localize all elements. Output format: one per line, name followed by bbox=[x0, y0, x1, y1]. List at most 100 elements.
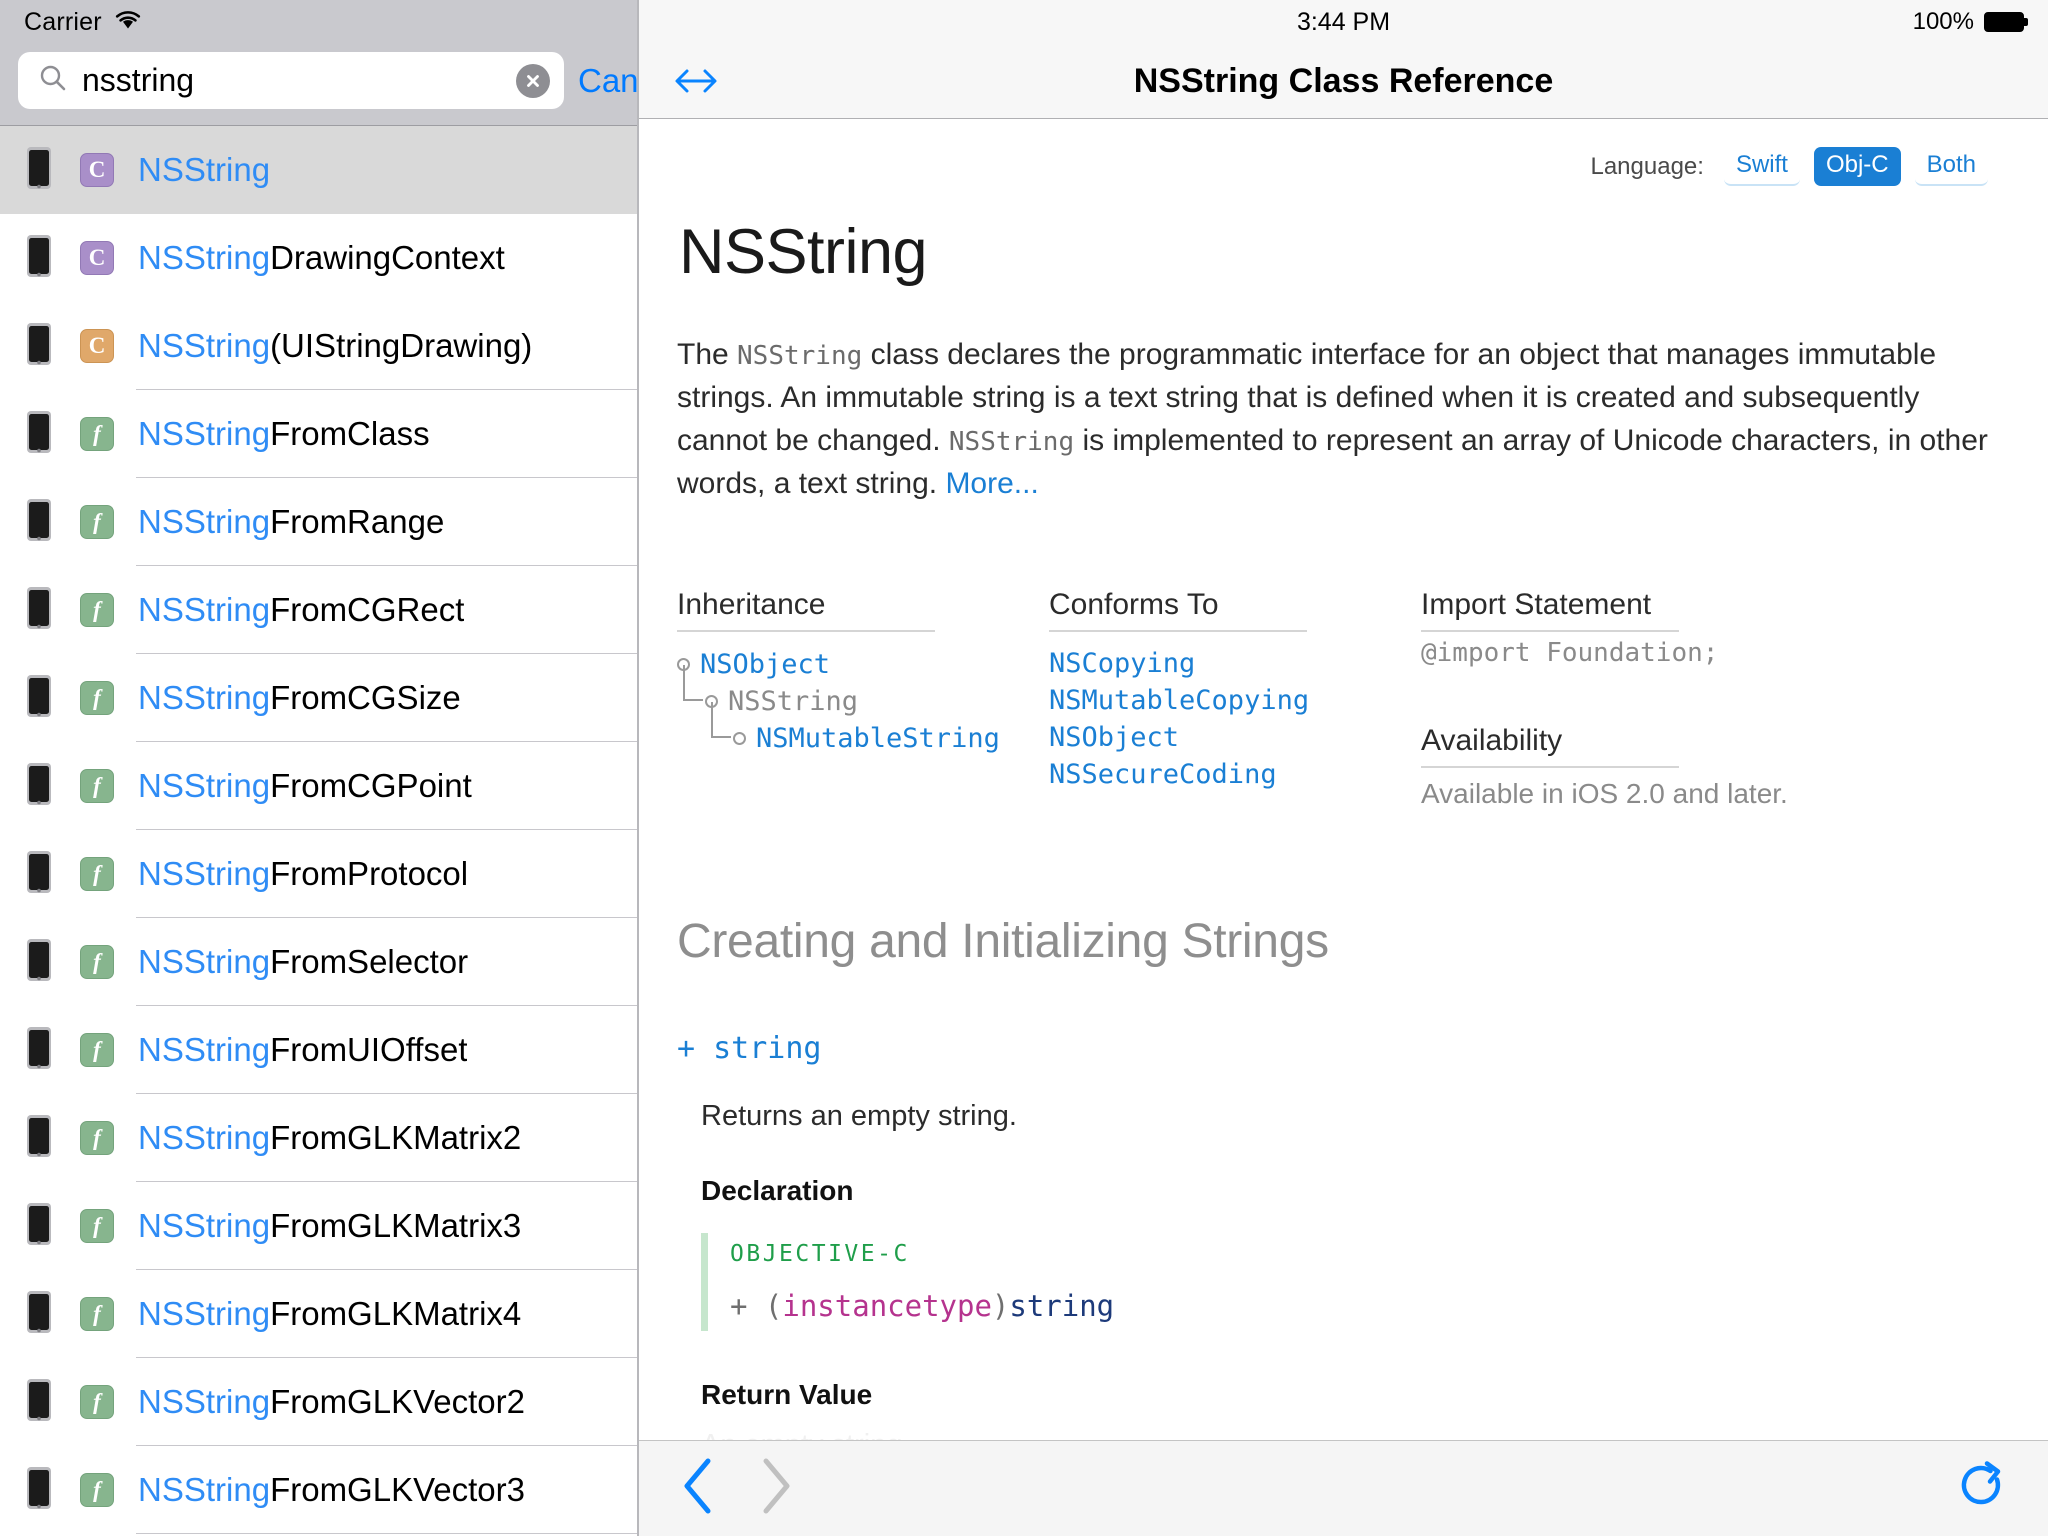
type-badge-func: f bbox=[80, 769, 114, 803]
declaration-code-block: OBJECTIVE-C + (instancetype)string bbox=[701, 1233, 2010, 1331]
row-separator bbox=[136, 1533, 637, 1534]
search-result-row[interactable]: CNSString(UIStringDrawing) bbox=[0, 302, 637, 390]
carrier-label: Carrier bbox=[24, 8, 102, 37]
language-option-both[interactable]: Both bbox=[1915, 147, 1988, 186]
device-iphone-icon bbox=[24, 322, 54, 371]
search-result-row[interactable]: f NSStringFromUIOffset bbox=[0, 1006, 637, 1094]
class-description: The NSString class declares the programm… bbox=[677, 334, 2007, 506]
device-iphone-icon bbox=[24, 850, 54, 899]
desc-code-1: NSString bbox=[737, 341, 862, 371]
search-result-row[interactable]: f NSStringFromGLKMatrix4 bbox=[0, 1270, 637, 1358]
device-iphone-icon bbox=[24, 1378, 54, 1427]
device-iphone-icon bbox=[24, 410, 54, 459]
search-result-label: NSStringFromGLKMatrix4 bbox=[138, 1295, 521, 1333]
detail-panel: 3:44 PM 100% NSString Class Reference La… bbox=[639, 0, 2048, 1536]
search-field[interactable] bbox=[18, 52, 564, 109]
search-result-label: NSStringFromCGRect bbox=[138, 591, 464, 629]
search-results-list[interactable]: C NSString C NSStringDrawingContext CNSStrin… bbox=[0, 125, 637, 1536]
search-result-label: NSStringFromGLKVector2 bbox=[138, 1383, 525, 1421]
search-result-row[interactable]: fNSStringFromGLKMatrix3 bbox=[0, 1182, 637, 1270]
battery-icon bbox=[1984, 12, 2024, 32]
type-badge-func: f bbox=[80, 1297, 114, 1331]
type-badge-func: f bbox=[80, 1473, 114, 1507]
search-result-row[interactable]: fNSStringFromProtocol bbox=[0, 830, 637, 918]
search-result-label: NSStringFromSelector bbox=[138, 943, 468, 981]
type-badge-cls: C bbox=[80, 241, 114, 275]
more-link[interactable]: More... bbox=[945, 467, 1038, 500]
conforms-to-list: NSCopyingNSMutableCopyingNSObjectNSSecur… bbox=[1049, 646, 1421, 794]
tree-connector bbox=[683, 665, 703, 701]
search-result-row[interactable]: f NSStringFromGLKMatrix2 bbox=[0, 1094, 637, 1182]
search-result-row[interactable]: f NSStringFromCGPoint bbox=[0, 742, 637, 830]
search-result-row[interactable]: C NSString bbox=[0, 126, 637, 214]
device-iphone-icon bbox=[24, 498, 54, 547]
clear-icon[interactable] bbox=[516, 64, 550, 98]
refresh-icon[interactable] bbox=[1956, 1459, 2006, 1518]
search-result-row[interactable]: f NSStringFromSelector bbox=[0, 918, 637, 1006]
search-result-row[interactable]: f NSStringFromGLKVector2 bbox=[0, 1358, 637, 1446]
inheritance-class-name[interactable]: NSMutableString bbox=[756, 723, 1000, 754]
language-option-objc[interactable]: Obj-C bbox=[1814, 147, 1901, 186]
search-result-row[interactable]: f NSStringFromCGRect bbox=[0, 566, 637, 654]
conforms-to-item[interactable]: NSObject bbox=[1049, 720, 1421, 757]
conforms-to-item[interactable]: NSSecureCoding bbox=[1049, 757, 1421, 794]
battery-indicator: 100% bbox=[1913, 8, 2024, 36]
inheritance-class-name[interactable]: NSObject bbox=[700, 649, 830, 680]
inheritance-class-name: NSString bbox=[728, 686, 858, 717]
code-token-type: instancetype bbox=[782, 1289, 992, 1323]
navigation-bar: NSString Class Reference bbox=[639, 44, 2048, 119]
search-result-label: NSStringFromGLKMatrix3 bbox=[138, 1207, 521, 1245]
search-result-label: NSStringFromCGSize bbox=[138, 679, 461, 717]
metadata-columns: Inheritance NSObjectNSStringNSMutableStr… bbox=[677, 588, 2010, 810]
type-badge-func: f bbox=[80, 1121, 114, 1155]
type-badge-func: f bbox=[80, 945, 114, 979]
api-method-name[interactable]: + string bbox=[677, 1031, 2010, 1066]
conforms-to-item[interactable]: NSMutableCopying bbox=[1049, 683, 1421, 720]
search-result-row[interactable]: f NSStringFromClass bbox=[0, 390, 637, 478]
type-badge-func: f bbox=[80, 593, 114, 627]
chevron-left-icon[interactable] bbox=[679, 1455, 719, 1522]
search-result-row[interactable]: C NSStringDrawingContext bbox=[0, 214, 637, 302]
code-token-name: string bbox=[1009, 1289, 1114, 1323]
search-result-row[interactable]: f NSStringFromCGSize bbox=[0, 654, 637, 742]
conforms-to-column: Conforms To NSCopyingNSMutableCopyingNSO… bbox=[1049, 588, 1421, 810]
inheritance-tree: NSObject NSString NSMutableString bbox=[677, 646, 1049, 757]
section-heading: Creating and Initializing Strings bbox=[677, 914, 2010, 969]
language-option-swift[interactable]: Swift bbox=[1724, 147, 1800, 186]
desc-text-1: The bbox=[677, 338, 737, 371]
search-input[interactable] bbox=[82, 62, 502, 99]
search-result-label: NSStringFromUIOffset bbox=[138, 1031, 467, 1069]
return-value-text: An empty string. bbox=[701, 1429, 2010, 1440]
conforms-to-heading: Conforms To bbox=[1049, 588, 1307, 632]
inheritance-item[interactable]: NSMutableString bbox=[677, 720, 1049, 757]
type-badge-cls: C bbox=[80, 153, 114, 187]
device-iphone-icon bbox=[24, 762, 54, 811]
device-iphone-icon bbox=[24, 1114, 54, 1163]
clock: 3:44 PM bbox=[1297, 8, 1390, 37]
search-result-label: NSStringFromGLKMatrix2 bbox=[138, 1119, 521, 1157]
inheritance-item[interactable]: NSObject bbox=[677, 646, 1049, 683]
search-result-label: NSStringFromClass bbox=[138, 415, 430, 453]
declaration-heading: Declaration bbox=[701, 1175, 2010, 1207]
device-iphone-icon bbox=[24, 674, 54, 723]
expand-horizontal-icon[interactable] bbox=[673, 66, 719, 96]
type-badge-func: f bbox=[80, 1385, 114, 1419]
wifi-icon bbox=[114, 9, 142, 36]
type-badge-func: f bbox=[80, 417, 114, 451]
search-result-label: NSString bbox=[138, 151, 270, 189]
type-badge-func: f bbox=[80, 1033, 114, 1067]
search-result-row[interactable]: fNSStringFromGLKVector3 bbox=[0, 1446, 637, 1534]
code-line: + (instancetype)string bbox=[730, 1289, 2010, 1323]
search-result-row[interactable]: fNSStringFromRange bbox=[0, 478, 637, 566]
search-result-label: NSStringFromRange bbox=[138, 503, 444, 541]
documentation-content: Language: Swift Obj-C Both NSString The … bbox=[639, 119, 2048, 1440]
search-result-label: NSStringFromCGPoint bbox=[138, 767, 472, 805]
search-result-label: NSStringDrawingContext bbox=[138, 239, 505, 277]
conforms-to-item[interactable]: NSCopying bbox=[1049, 646, 1421, 683]
language-selector: Language: Swift Obj-C Both bbox=[677, 119, 2010, 186]
battery-percent: 100% bbox=[1913, 8, 1974, 36]
type-badge-func: f bbox=[80, 681, 114, 715]
inheritance-item: NSString bbox=[677, 683, 1049, 720]
chevron-right-icon bbox=[755, 1455, 795, 1522]
inheritance-column: Inheritance NSObjectNSStringNSMutableStr… bbox=[677, 588, 1049, 810]
